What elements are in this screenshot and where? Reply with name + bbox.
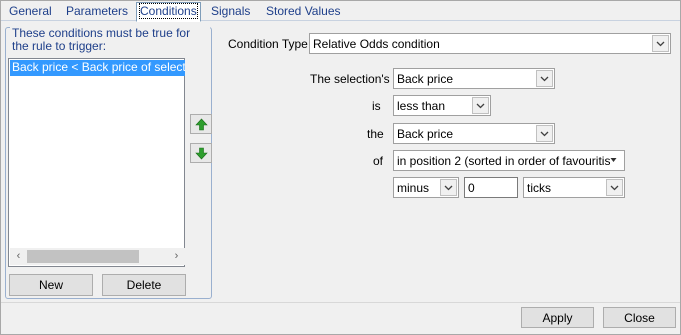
target-field-value: Back price bbox=[397, 127, 454, 141]
move-down-button[interactable] bbox=[190, 143, 212, 163]
close-button[interactable]: Close bbox=[603, 307, 676, 328]
chevron-down-icon[interactable] bbox=[652, 35, 669, 52]
tab-conditions[interactable]: Conditions bbox=[136, 2, 201, 22]
the-label: the bbox=[367, 127, 384, 141]
chevron-down-icon[interactable] bbox=[536, 125, 553, 142]
chevron-down-icon[interactable] bbox=[440, 179, 457, 196]
condition-type-select[interactable]: Relative Odds condition bbox=[309, 33, 671, 54]
scroll-thumb[interactable] bbox=[27, 250, 139, 263]
is-label: is bbox=[372, 99, 381, 113]
green-down-arrow-icon bbox=[195, 147, 208, 160]
chevron-down-icon[interactable] bbox=[606, 179, 623, 196]
tab-parameters[interactable]: Parameters bbox=[63, 4, 131, 21]
amount-input[interactable]: 0 bbox=[464, 177, 518, 198]
scroll-left-icon[interactable]: ‹ bbox=[10, 248, 27, 265]
selections-label: The selection's bbox=[310, 72, 390, 86]
tab-conditions-label: Conditions bbox=[139, 3, 198, 19]
footer-divider bbox=[1, 302, 680, 303]
tab-signals[interactable]: Signals bbox=[208, 4, 253, 21]
selections-select[interactable]: Back price bbox=[393, 68, 555, 89]
condition-type-value: Relative Odds condition bbox=[313, 37, 440, 51]
caret-down-icon[interactable] bbox=[606, 152, 623, 169]
comparison-value: less than bbox=[397, 99, 446, 113]
chevron-down-icon[interactable] bbox=[472, 97, 489, 114]
unit-value: ticks bbox=[527, 181, 551, 195]
move-up-button[interactable] bbox=[190, 114, 212, 134]
list-item[interactable]: Back price < Back price of selection bbox=[10, 60, 185, 76]
apply-button[interactable]: Apply bbox=[521, 307, 594, 328]
modifier-select[interactable]: minus bbox=[393, 177, 459, 198]
reference-selection-value: in position 2 (sorted in order of favour… bbox=[397, 154, 610, 168]
condition-type-label: Condition Type bbox=[228, 37, 308, 51]
tab-bar: General Parameters Conditions Signals St… bbox=[1, 1, 680, 22]
tab-stored-values[interactable]: Stored Values bbox=[263, 4, 344, 21]
of-label: of bbox=[373, 154, 384, 168]
tab-general[interactable]: General bbox=[6, 4, 55, 21]
green-up-arrow-icon bbox=[195, 118, 208, 131]
conditions-group-title: These conditions must be true for the ru… bbox=[10, 27, 210, 53]
amount-value: 0 bbox=[468, 181, 475, 195]
modifier-value: minus bbox=[397, 181, 430, 195]
horizontal-scrollbar[interactable]: ‹ › bbox=[10, 248, 185, 265]
scroll-right-icon[interactable]: › bbox=[168, 248, 185, 265]
reference-selection-select[interactable]: in position 2 (sorted in order of favour… bbox=[393, 150, 625, 171]
unit-select[interactable]: ticks bbox=[523, 177, 625, 198]
chevron-down-icon[interactable] bbox=[536, 70, 553, 87]
selections-value: Back price bbox=[397, 72, 454, 86]
conditions-list[interactable]: Back price < Back price of selection ‹ › bbox=[8, 58, 185, 267]
comparison-select[interactable]: less than bbox=[393, 95, 491, 116]
target-field-select[interactable]: Back price bbox=[393, 123, 555, 144]
new-button[interactable]: New bbox=[9, 274, 93, 296]
delete-button[interactable]: Delete bbox=[102, 274, 186, 296]
